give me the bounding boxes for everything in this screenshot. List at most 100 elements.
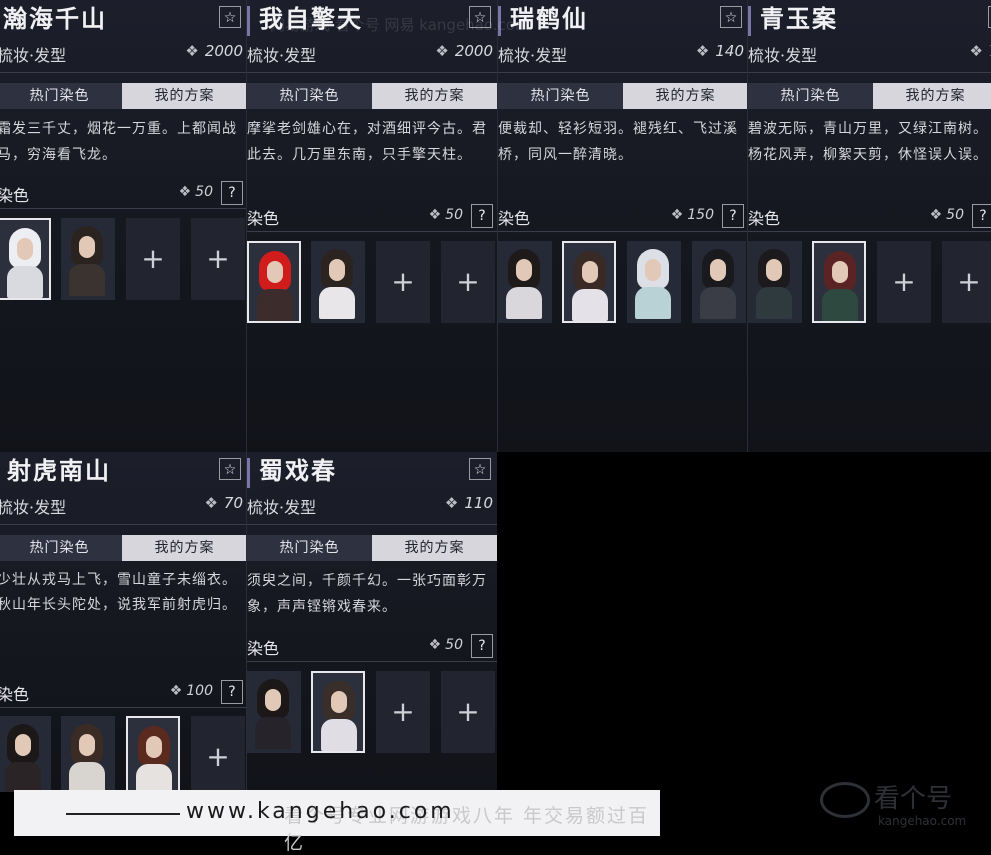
dye-option-thumbnail[interactable] xyxy=(311,241,365,323)
item-category: 梳妆·发型 xyxy=(0,498,67,517)
add-dye-button[interactable]: + xyxy=(376,241,430,323)
item-price: ❖70 xyxy=(969,42,991,60)
dye-option-thumbnail[interactable] xyxy=(0,716,51,792)
item-card[interactable]: 蜀戏春 ☆ 梳妆·发型 ❖ 110 热门染色 我的方案 须臾之间，千颜千幻。一张巧… xyxy=(246,452,497,792)
divider xyxy=(247,661,497,662)
tab-my-plan[interactable]: 我的方案 xyxy=(372,83,497,109)
item-card[interactable]: 射虎南山 ☆ 梳妆·发型 ❖ 70 热门染色 我的方案 少壮从戎马上飞，雪山童子未… xyxy=(0,452,247,792)
item-title: 蜀戏春 xyxy=(259,456,337,485)
item-category: 梳妆·发型 xyxy=(247,46,317,65)
divider xyxy=(748,231,991,232)
accent-bar xyxy=(247,6,250,36)
help-button[interactable]: ? xyxy=(221,680,243,704)
gem-icon: ❖ xyxy=(435,42,449,60)
eye-icon xyxy=(820,782,870,818)
add-dye-button[interactable]: + xyxy=(376,671,430,753)
banner-divider xyxy=(66,813,180,815)
help-button[interactable]: ? xyxy=(722,204,744,228)
item-price: ❖ 140 xyxy=(695,42,744,60)
add-dye-button[interactable]: + xyxy=(441,671,495,753)
item-title: 瀚海千山 xyxy=(3,4,107,33)
star-icon[interactable]: ☆ xyxy=(219,458,241,480)
item-description: 霜发三千丈，烟花一万重。上都闻战马，穷海看飞龙。 xyxy=(0,121,237,163)
item-card[interactable]: 我自擎天 ☆ 梳妆·发型 ❖ 2000 热门染色 我的方案 摩挲老剑雄心在，对酒细… xyxy=(246,0,497,452)
help-button[interactable]: ? xyxy=(471,634,493,658)
gem-icon: ❖ xyxy=(670,207,684,223)
gem-icon: ❖ xyxy=(969,42,983,60)
tab-my-plan[interactable]: 我的方案 xyxy=(122,83,247,109)
divider xyxy=(498,231,748,232)
help-button[interactable]: ? xyxy=(221,181,243,205)
item-price: ❖70 xyxy=(204,494,243,512)
item-category: 梳妆·发型 xyxy=(498,46,568,65)
gem-icon: ❖ xyxy=(185,42,199,60)
add-dye-button[interactable]: + xyxy=(126,218,180,300)
help-button[interactable]: ? xyxy=(972,204,991,228)
item-card[interactable]: 青玉案 ☆ 梳妆·发型 ❖70 热门染色 我的方案 碧波无际，青山万里，又绿江南… xyxy=(747,0,991,452)
dye-label: 染色 xyxy=(0,685,30,704)
dye-option-thumbnail[interactable] xyxy=(748,241,802,323)
dye-price: ❖ 50 xyxy=(428,637,463,653)
gem-icon: ❖ xyxy=(695,42,710,60)
tab-hot-dye[interactable]: 热门染色 xyxy=(247,535,372,561)
item-description: 便裁却、轻衫短羽。褪残红、飞过溪桥，同风一醉清晓。 xyxy=(498,121,738,163)
dye-option-thumbnail[interactable] xyxy=(0,218,51,300)
item-description: 须臾之间，千颜千幻。一张巧面彰万象，声声铿锵戏春来。 xyxy=(247,573,487,615)
tab-hot-dye[interactable]: 热门染色 xyxy=(0,83,122,109)
divider xyxy=(247,524,497,525)
tab-my-plan[interactable]: 我的方案 xyxy=(122,535,247,561)
gem-icon: ❖ xyxy=(428,207,442,223)
bottom-banner: 看个号专业网游游戏八年 年交易额过百亿 www.kangehao.com xyxy=(14,790,660,854)
tab-my-plan[interactable]: 我的方案 xyxy=(372,535,497,561)
dye-option-thumbnail[interactable] xyxy=(562,241,616,323)
divider xyxy=(247,72,497,73)
gem-icon: ❖ xyxy=(428,637,442,653)
watermark-text: 网易游戏 看个号 网易 kangehao.com xyxy=(270,16,530,34)
star-icon[interactable]: ☆ xyxy=(219,6,241,28)
gem-icon: ❖ xyxy=(204,494,218,512)
dye-label: 染色 xyxy=(247,639,280,658)
tab-my-plan[interactable]: 我的方案 xyxy=(873,83,991,109)
dye-option-thumbnail[interactable] xyxy=(61,716,115,792)
accent-bar xyxy=(748,6,751,36)
add-dye-button[interactable]: + xyxy=(942,241,991,323)
dye-option-thumbnail[interactable] xyxy=(247,241,301,323)
add-dye-button[interactable]: + xyxy=(191,218,245,300)
dye-option-thumbnail[interactable] xyxy=(627,241,681,323)
dye-option-thumbnail[interactable] xyxy=(812,241,866,323)
help-button[interactable]: ? xyxy=(471,204,493,228)
dye-option-thumbnail[interactable] xyxy=(498,241,552,323)
dye-option-thumbnail[interactable] xyxy=(61,218,115,300)
add-dye-button[interactable]: + xyxy=(441,241,495,323)
dye-price: ❖ 50 xyxy=(929,207,964,223)
dye-option-thumbnail[interactable] xyxy=(247,671,301,753)
add-dye-button[interactable]: + xyxy=(191,716,245,792)
divider xyxy=(0,707,247,708)
dye-price: ❖ 100 xyxy=(169,683,213,699)
gem-icon: ❖ xyxy=(169,683,183,699)
tab-hot-dye[interactable]: 热门染色 xyxy=(498,83,623,109)
divider xyxy=(0,72,247,73)
dye-label: 染色 xyxy=(247,209,280,228)
dye-option-thumbnail[interactable] xyxy=(311,671,365,753)
tab-hot-dye[interactable]: 热门染色 xyxy=(748,83,873,109)
tab-hot-dye[interactable]: 热门染色 xyxy=(247,83,372,109)
star-icon[interactable]: ☆ xyxy=(720,6,742,28)
divider xyxy=(247,231,497,232)
divider xyxy=(748,72,991,73)
item-price: ❖ 2000 xyxy=(435,42,493,60)
item-category: 梳妆·发型 xyxy=(0,46,67,65)
tab-my-plan[interactable]: 我的方案 xyxy=(623,83,748,109)
item-card[interactable]: 瑞鹤仙 ☆ 梳妆·发型 ❖ 140 热门染色 我的方案 便裁却、轻衫短羽。褪残红、… xyxy=(497,0,748,452)
tab-hot-dye[interactable]: 热门染色 xyxy=(0,535,122,561)
dye-label: 染色 xyxy=(498,209,531,228)
item-description: 摩挲老剑雄心在，对酒细评今古。君此去。几万里东南，只手擎天柱。 xyxy=(247,121,487,163)
gem-icon: ❖ xyxy=(444,494,459,512)
item-price: ❖ 2000 xyxy=(185,42,243,60)
item-card[interactable]: 瀚海千山 ☆ 梳妆·发型 ❖ 2000 热门染色 我的方案 霜发三千丈，烟花一万重… xyxy=(0,0,247,452)
dye-option-thumbnail[interactable] xyxy=(692,241,746,323)
item-description: 碧波无际，青山万里，又绿江南树。杨花风弄，柳絮天剪，休怪误人误。 xyxy=(748,121,988,163)
dye-option-thumbnail[interactable] xyxy=(126,716,180,792)
add-dye-button[interactable]: + xyxy=(877,241,931,323)
star-icon[interactable]: ☆ xyxy=(469,458,491,480)
